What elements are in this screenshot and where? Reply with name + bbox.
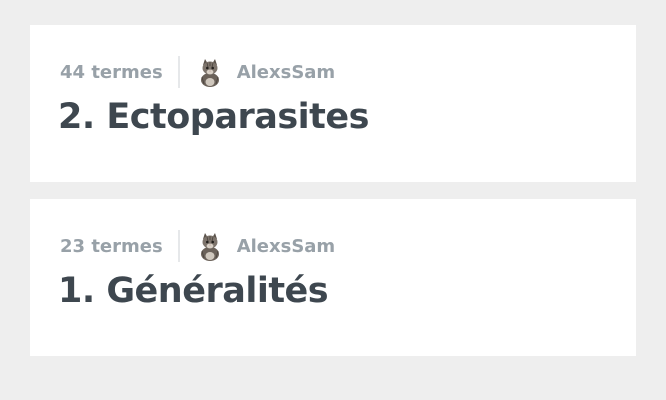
set-title[interactable]: 2. Ectoparasites [58, 97, 369, 137]
meta-divider [177, 230, 180, 262]
author-name[interactable]: AlexsSam [237, 62, 336, 83]
term-count: 44 termes [60, 61, 163, 83]
meta-divider [177, 56, 180, 88]
set-meta: 44 termes AlexsSam [60, 56, 336, 88]
term-count: 23 termes [60, 235, 163, 257]
cat-avatar-icon[interactable] [198, 231, 222, 261]
set-meta: 23 termes AlexsSam [60, 230, 336, 262]
author-name[interactable]: AlexsSam [237, 236, 336, 257]
cat-avatar-icon[interactable] [198, 57, 222, 87]
study-set-card[interactable]: 23 termes AlexsSam 1. Généralités [30, 199, 636, 356]
set-title[interactable]: 1. Généralités [58, 271, 329, 311]
study-set-card[interactable]: 44 termes AlexsSam 2. Ectoparasites [30, 25, 636, 182]
